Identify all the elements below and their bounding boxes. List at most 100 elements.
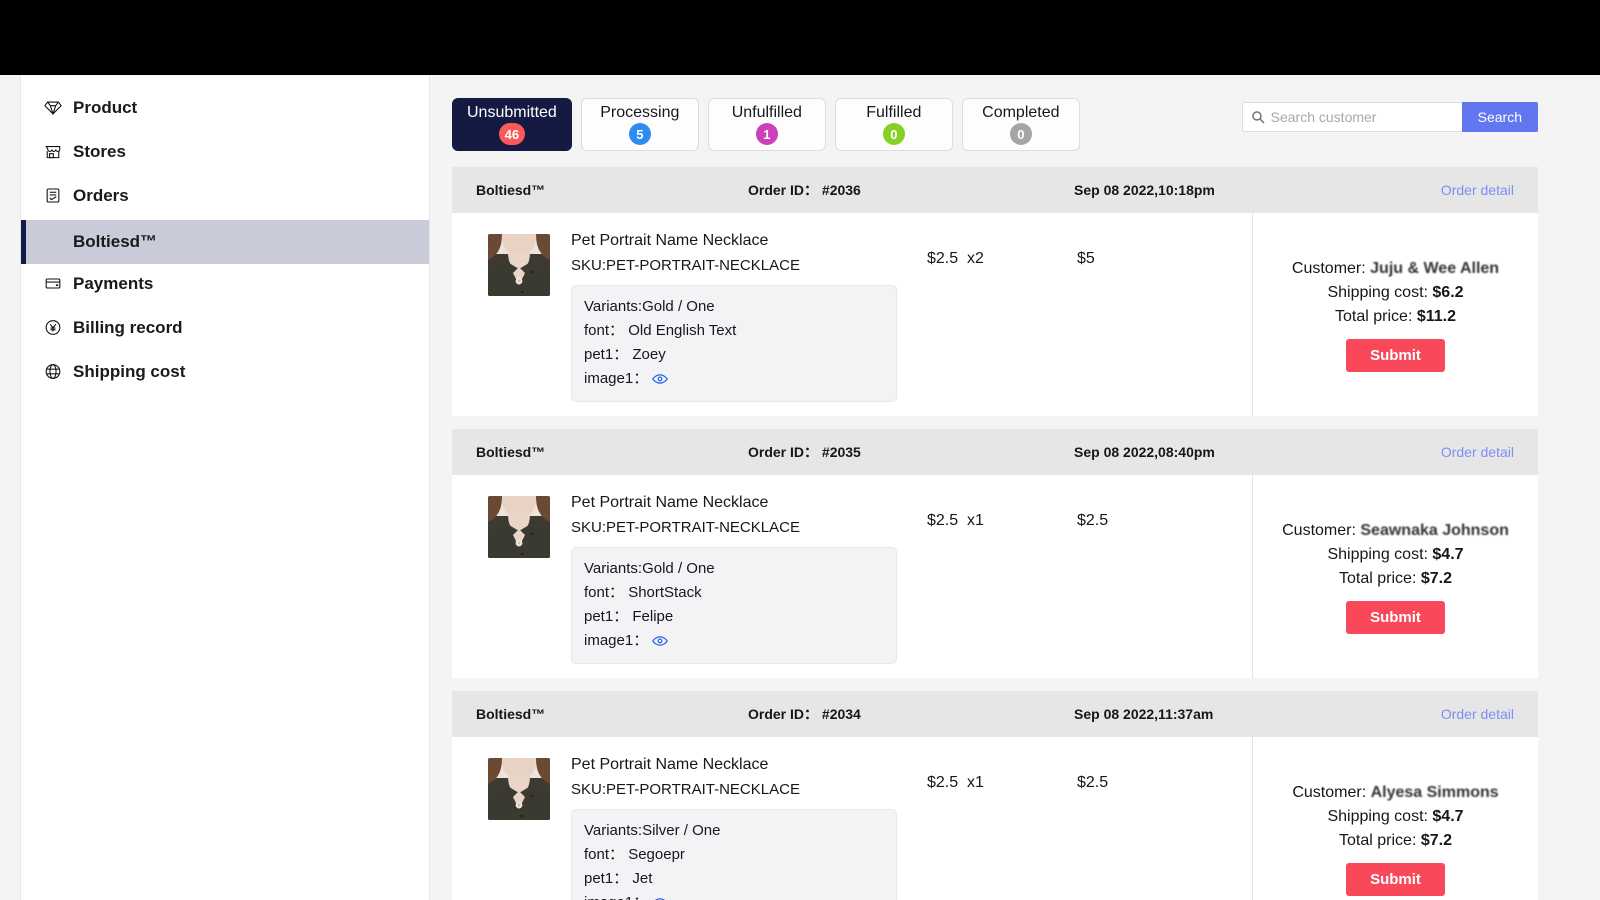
product-info: Pet Portrait Name Necklace SKU:PET-PORTRA… xyxy=(571,753,927,900)
tab-count-badge: 46 xyxy=(498,123,526,145)
credit-card-icon xyxy=(43,274,62,293)
browser-top-bar xyxy=(0,0,1600,75)
toolbar: Unsubmitted 46 Processing 5 Unfulfilled 1 Fulf… xyxy=(452,98,1538,151)
order-header: Boltiesd™ Order ID： #2036 Sep 08 2022,10:1… xyxy=(452,167,1538,213)
order-detail-link[interactable]: Order detail xyxy=(1441,444,1514,460)
order-id-label: Order ID： xyxy=(748,444,819,460)
sidebar-item-shipping-cost[interactable]: Shipping cost xyxy=(21,352,429,391)
eye-icon[interactable] xyxy=(652,373,669,385)
order-store-name: Boltiesd™ xyxy=(476,706,546,722)
line-total: $5 xyxy=(1077,250,1095,267)
pet-row: pet1： Felipe xyxy=(584,605,884,629)
total-price-label: Total price: xyxy=(1339,570,1421,587)
customer-name: Seawnaka Johnson xyxy=(1360,522,1509,539)
total-price-label: Total price: xyxy=(1335,308,1417,325)
line-total-cell: $5 xyxy=(1077,229,1252,402)
sidebar-item-orders[interactable]: Orders xyxy=(21,176,429,215)
total-price-line: Total price: $7.2 xyxy=(1339,829,1452,853)
shipping-cost-label: Shipping cost: xyxy=(1327,284,1433,301)
tab-count-badge: 1 xyxy=(755,123,778,145)
order-detail-link[interactable]: Order detail xyxy=(1441,182,1514,198)
order-date: Sep 08 2022,11:37am xyxy=(1074,706,1214,722)
sidebar-nav: Product Stores Orders Boltiesd™ Payments Bill… xyxy=(20,76,430,900)
font-value: ShortStack xyxy=(628,584,702,601)
search-button[interactable]: Search xyxy=(1461,102,1538,132)
variants-box: Variants:Gold / One font： Old English Tex… xyxy=(571,285,897,402)
order-id-value: #2034 xyxy=(821,706,861,722)
total-price-value: $11.2 xyxy=(1416,308,1456,325)
product-name: Pet Portrait Name Necklace xyxy=(571,756,769,773)
pet1-label: pet1： xyxy=(584,346,629,363)
tab-unsubmitted[interactable]: Unsubmitted 46 xyxy=(452,98,572,151)
order-body: Pet Portrait Name Necklace SKU:PET-PORTRA… xyxy=(452,737,1538,900)
sidebar-item-billing-record[interactable]: Billing record xyxy=(21,308,429,347)
tab-count-badge: 0 xyxy=(882,123,905,145)
submit-button[interactable]: Submit xyxy=(1346,601,1445,634)
order-date: Sep 08 2022,10:18pm xyxy=(1074,182,1215,198)
pet1-value: Zoey xyxy=(632,346,666,363)
sidebar-item-stores[interactable]: Stores xyxy=(21,132,429,171)
order-header: Boltiesd™ Order ID： #2034 Sep 08 2022,11:3… xyxy=(452,691,1538,737)
customer-line: Customer: Alyesa Simmons xyxy=(1292,781,1498,805)
search-input[interactable] xyxy=(1270,109,1456,125)
order-id-value: #2035 xyxy=(821,444,861,460)
tab-completed[interactable]: Completed 0 xyxy=(961,98,1080,151)
sidebar-item-payments[interactable]: Payments xyxy=(21,264,429,303)
total-price-line: Total price: $11.2 xyxy=(1335,305,1456,329)
diamond-icon xyxy=(43,98,62,117)
order-summary-panel: Customer: Seawnaka Johnson Shipping cost:… xyxy=(1252,475,1538,678)
order-date: Sep 08 2022,08:40pm xyxy=(1074,444,1215,460)
pet-row: pet1： Zoey xyxy=(584,343,884,367)
order-gap xyxy=(452,678,1538,691)
sku-value: PET-PORTRAIT-NECKLACE xyxy=(606,519,800,536)
pet-row: pet1： Jet xyxy=(584,867,884,891)
unit-price: $2.5 xyxy=(927,250,959,267)
tab-label: Unfulfilled xyxy=(731,104,802,121)
sidebar-item-product[interactable]: Product xyxy=(21,88,429,127)
product-info: Pet Portrait Name Necklace SKU:PET-PORTRA… xyxy=(571,229,927,402)
customer-line: Customer: Juju & Wee Allen xyxy=(1292,257,1499,281)
globe-icon xyxy=(43,362,62,381)
order-body: Pet Portrait Name Necklace SKU:PET-PORTRA… xyxy=(452,475,1538,678)
font-value: Segoepr xyxy=(628,846,685,863)
sidebar-item-label: Stores xyxy=(73,141,126,161)
variants-box: Variants:Gold / One font： ShortStack pet1：… xyxy=(571,547,897,664)
submit-button[interactable]: Submit xyxy=(1346,339,1445,372)
unit-price-cell: $2.5 x2 xyxy=(927,229,1077,402)
image-row: image1： xyxy=(584,367,884,391)
shipping-cost-label: Shipping cost: xyxy=(1327,808,1433,825)
status-tabs: Unsubmitted 46 Processing 5 Unfulfilled 1 Fulf… xyxy=(452,98,1080,151)
order-id-label: Order ID： xyxy=(748,182,819,198)
product-sku: SKU:PET-PORTRAIT-NECKLACE xyxy=(571,516,927,539)
search-input-wrapper[interactable] xyxy=(1241,102,1462,132)
pet1-label: pet1： xyxy=(584,608,629,625)
pet1-label: pet1： xyxy=(584,870,629,887)
line-total-cell: $2.5 xyxy=(1077,753,1252,900)
sidebar-item-boltiesd[interactable]: Boltiesd™ xyxy=(21,220,429,264)
search-area: Search xyxy=(1241,102,1538,132)
tab-unfulfilled[interactable]: Unfulfilled 1 xyxy=(707,98,826,151)
product-thumbnail xyxy=(488,234,550,296)
tab-processing[interactable]: Processing 5 xyxy=(580,98,699,151)
customer-label: Customer: xyxy=(1291,260,1371,277)
tab-label: Fulfilled xyxy=(866,104,922,121)
eye-icon[interactable] xyxy=(652,635,669,647)
submit-button[interactable]: Submit xyxy=(1346,863,1445,896)
order-summary-panel: Customer: Juju & Wee Allen Shipping cost:… xyxy=(1252,213,1538,416)
order-body: Pet Portrait Name Necklace SKU:PET-PORTRA… xyxy=(452,213,1538,416)
sku-value: PET-PORTRAIT-NECKLACE xyxy=(606,257,800,274)
unit-price-cell: $2.5 x1 xyxy=(927,753,1077,900)
font-row: font： ShortStack xyxy=(584,581,884,605)
order-card: Boltiesd™ Order ID： #2035 Sep 08 2022,08:4… xyxy=(452,429,1538,678)
sidebar-item-label: Billing record xyxy=(73,317,183,337)
yen-circle-icon xyxy=(43,318,62,337)
sku-label: SKU: xyxy=(571,257,607,274)
tab-fulfilled[interactable]: Fulfilled 0 xyxy=(834,98,953,151)
line-total-cell: $2.5 xyxy=(1077,491,1252,664)
font-label: font： xyxy=(584,584,625,601)
customer-name: Alyesa Simmons xyxy=(1370,784,1499,801)
tab-label: Unsubmitted xyxy=(467,104,557,121)
order-detail-link[interactable]: Order detail xyxy=(1441,706,1514,722)
shipping-cost-line: Shipping cost: $4.7 xyxy=(1327,543,1463,567)
product-info: Pet Portrait Name Necklace SKU:PET-PORTRA… xyxy=(571,491,927,664)
